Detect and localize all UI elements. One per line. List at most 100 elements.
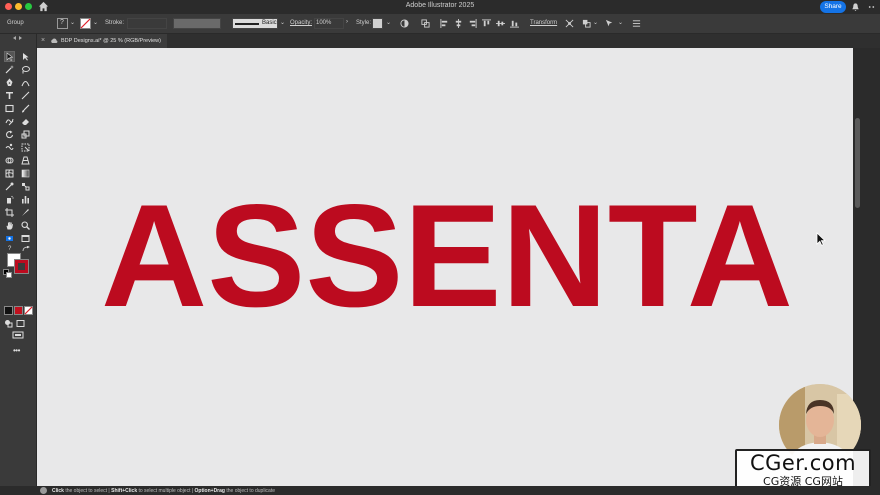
free-transform-icon xyxy=(21,143,30,152)
mouse-cursor-icon xyxy=(816,232,826,246)
document-tab-label: BDP Designs.ai* @ 25 % (RGB/Preview) xyxy=(61,38,161,44)
graphic-style-swatch[interactable] xyxy=(372,18,383,29)
slice-tool[interactable] xyxy=(21,208,30,217)
screen-icon xyxy=(16,320,25,327)
screen-mode-icon xyxy=(21,235,30,242)
bar-graph-icon xyxy=(22,196,29,204)
chevron-right-icon[interactable]: › xyxy=(346,19,348,25)
none-swatch-icon xyxy=(24,306,33,315)
blend-icon xyxy=(22,183,30,191)
canvas-area[interactable]: ASSENTA xyxy=(37,48,880,486)
edit-toolbar-icon[interactable]: ••• xyxy=(13,346,20,355)
tools-panel: ? ••• xyxy=(0,34,37,486)
zoom-tool[interactable] xyxy=(21,221,30,230)
scrollbar-thumb[interactable] xyxy=(855,118,860,208)
hint-text: the object to select | xyxy=(63,487,112,494)
pen-icon xyxy=(6,78,13,86)
notifications-icon[interactable] xyxy=(851,2,860,12)
change-screen-mode-tool[interactable] xyxy=(12,331,24,340)
magic-wand-tool[interactable] xyxy=(5,65,14,74)
stroke-weight-field[interactable] xyxy=(127,18,167,29)
type-tool[interactable] xyxy=(5,91,14,100)
status-bar: Click the object to select | Shift+Click… xyxy=(0,486,880,495)
align-middle-icon[interactable] xyxy=(496,19,505,28)
magnifier-icon xyxy=(21,221,30,230)
collapse-panel-icon[interactable] xyxy=(12,36,24,40)
column-graph-tool[interactable] xyxy=(21,195,30,204)
default-colors-icon[interactable] xyxy=(3,269,12,278)
menu-icon[interactable] xyxy=(632,19,641,28)
line-tool[interactable] xyxy=(21,91,30,100)
assenta-logo[interactable]: ASSENTA xyxy=(97,198,797,318)
more-options-icon[interactable] xyxy=(867,2,876,12)
stroke-label: Stroke: xyxy=(105,20,125,26)
color-mode-gradient[interactable] xyxy=(14,306,23,315)
symbol-sprayer-tool[interactable] xyxy=(5,195,14,204)
close-tab-icon[interactable]: × xyxy=(41,37,45,44)
opacity-value[interactable]: 100% xyxy=(316,20,331,26)
perspective-grid-icon xyxy=(21,156,30,165)
draw-mode-tool[interactable] xyxy=(5,234,14,243)
chevron-down-icon[interactable]: ⌄ xyxy=(280,19,285,26)
align-to-icon[interactable] xyxy=(421,19,430,28)
document-tab[interactable]: × BDP Designs.ai* @ 25 % (RGB/Preview) xyxy=(37,34,167,48)
direct-selection-tool[interactable] xyxy=(21,52,30,61)
isolate-group-icon[interactable] xyxy=(565,19,574,28)
stroke-swatch[interactable] xyxy=(80,18,91,29)
chevron-down-icon[interactable]: ⌄ xyxy=(593,19,598,26)
align-right-icon[interactable] xyxy=(468,19,477,28)
swap-fill-stroke-icon[interactable] xyxy=(22,246,30,252)
align-bottom-icon[interactable] xyxy=(510,19,519,28)
stroke-color-box[interactable] xyxy=(14,259,29,274)
chevron-down-icon[interactable]: ⌄ xyxy=(93,19,98,26)
artboard-tool[interactable] xyxy=(5,208,14,217)
hand-tool[interactable] xyxy=(5,221,14,230)
rectangle-tool[interactable] xyxy=(5,104,14,113)
perspective-grid-tool[interactable] xyxy=(21,156,30,165)
gradient-tool[interactable] xyxy=(21,169,30,178)
mesh-icon xyxy=(5,169,14,178)
opacity-label[interactable]: Opacity: xyxy=(290,20,312,26)
shape-builder-tool[interactable] xyxy=(5,156,14,165)
scale-tool[interactable] xyxy=(21,130,30,139)
direct-select-icon xyxy=(23,53,29,61)
slice-icon xyxy=(22,209,29,216)
eyedropper-tool[interactable] xyxy=(5,182,14,191)
selection-tool[interactable] xyxy=(4,51,15,62)
mesh-tool[interactable] xyxy=(5,169,14,178)
variable-width-profile[interactable] xyxy=(173,18,221,29)
select-similar-icon[interactable] xyxy=(605,19,614,28)
chevron-down-icon[interactable]: ⌄ xyxy=(70,19,75,26)
color-icon xyxy=(4,306,13,315)
warp-tool[interactable] xyxy=(5,143,14,152)
shaper-icon xyxy=(5,118,14,126)
symbol-sprayer-icon xyxy=(7,195,14,204)
screen-mode-toggle[interactable] xyxy=(16,319,25,328)
color-mode-none[interactable] xyxy=(24,306,33,315)
pen-tool[interactable] xyxy=(5,78,14,87)
curvature-tool[interactable] xyxy=(21,78,30,87)
type-icon xyxy=(6,92,13,99)
align-top-icon[interactable] xyxy=(482,19,491,28)
draw-normal-tool[interactable] xyxy=(4,319,13,328)
paintbrush-tool[interactable] xyxy=(21,104,30,113)
color-mode-solid[interactable] xyxy=(4,306,13,315)
screen-mode-tool[interactable] xyxy=(21,234,30,243)
artboard[interactable]: ASSENTA xyxy=(37,48,853,486)
selection-type-label: Group xyxy=(7,20,24,26)
shaper-tool[interactable] xyxy=(5,117,14,126)
rotate-tool[interactable] xyxy=(5,130,14,139)
align-center-icon[interactable] xyxy=(454,19,463,28)
transform-label[interactable]: Transform xyxy=(530,20,557,26)
recolor-artwork-icon[interactable] xyxy=(400,19,409,28)
free-transform-tool[interactable] xyxy=(21,143,30,152)
arrange-icon[interactable] xyxy=(582,19,591,28)
share-button[interactable]: Share xyxy=(820,1,846,13)
lasso-tool[interactable] xyxy=(21,65,30,74)
logo-text[interactable]: ASSENTA xyxy=(101,198,793,318)
chevron-down-icon[interactable]: ⌄ xyxy=(386,19,391,26)
align-left-icon[interactable] xyxy=(440,19,449,28)
blend-tool[interactable] xyxy=(21,182,30,191)
chevron-down-icon[interactable]: ⌄ xyxy=(618,19,623,26)
eraser-tool[interactable] xyxy=(21,117,30,126)
